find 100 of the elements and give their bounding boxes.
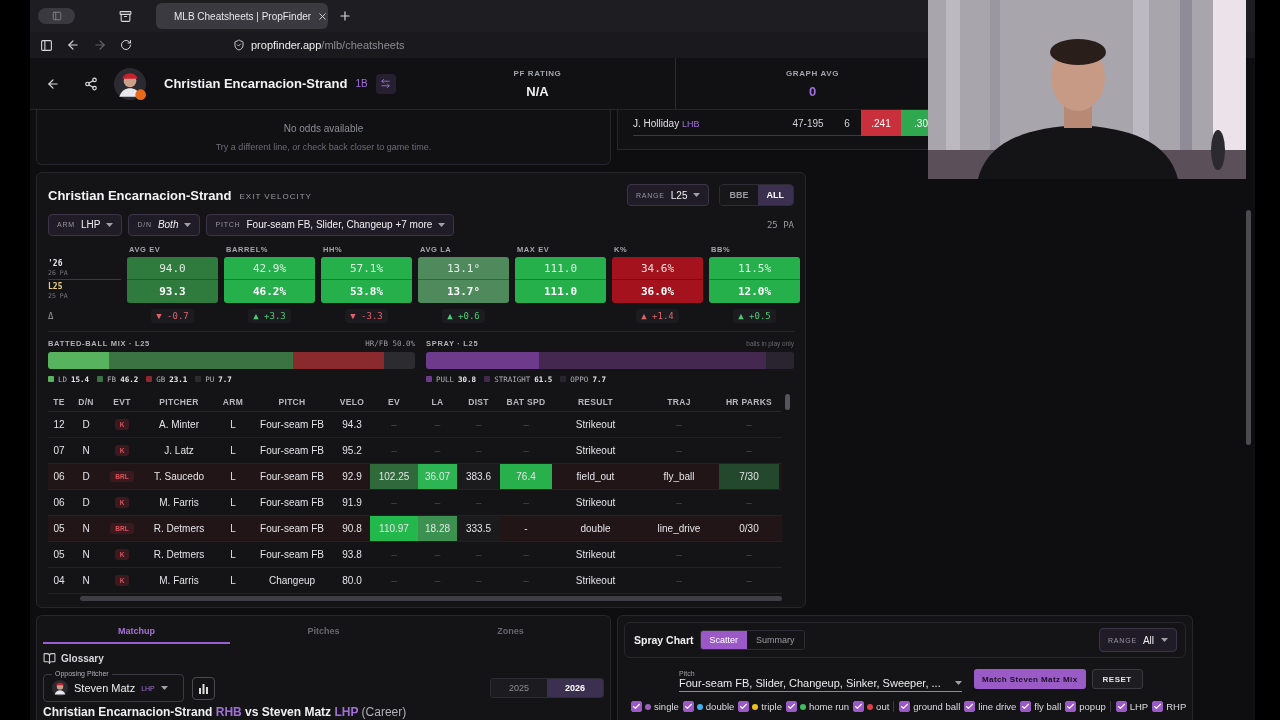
stat-value: 46.2%	[252, 285, 287, 298]
card-subtitle: EXIT VELOCITY	[239, 192, 312, 201]
match-mix-button[interactable]: Match Steven Matz Mix	[974, 669, 1086, 689]
table-cell-text: R. Detmers	[152, 522, 206, 536]
season-toggle[interactable]: 2026	[547, 679, 603, 697]
table-cell-text: 05	[52, 522, 66, 536]
table-cell-text: –	[522, 496, 530, 510]
checkbox[interactable]	[1020, 701, 1032, 712]
table-cell-text: 90.8	[341, 522, 363, 536]
column-header: DIST	[467, 396, 490, 407]
table-cell-text: line_drive	[656, 522, 702, 536]
table-cell-text: 94.3	[341, 418, 363, 432]
sidebar-icon[interactable]	[40, 38, 53, 52]
view-toggle[interactable]: Scatter	[700, 631, 748, 649]
checkbox-label: popup	[1079, 701, 1106, 712]
batter-name: J. Holliday LHB	[633, 117, 701, 129]
stat-value: 36.0%	[640, 285, 675, 298]
table-cell-text: L	[229, 574, 237, 588]
table-cell-text: –	[745, 548, 753, 562]
delta-chip: ▲ +3.3	[248, 309, 291, 323]
checkbox[interactable]	[631, 701, 642, 712]
checkbox-label: triple	[761, 701, 782, 712]
table-cell-text: 91.9	[341, 496, 363, 510]
table-cell-text: L	[229, 470, 237, 484]
stat-value: 111.0	[543, 285, 578, 298]
column-header: LA	[430, 396, 445, 407]
table-cell-text: –	[745, 418, 753, 432]
table-cell-text: –	[522, 444, 530, 458]
checkbox[interactable]	[964, 701, 976, 712]
table-cell-text: –	[433, 548, 442, 562]
table-cell-text: D	[81, 496, 91, 510]
page-scrollbar[interactable]	[1245, 210, 1251, 445]
caret-icon	[184, 222, 192, 227]
checkbox[interactable]	[682, 701, 694, 712]
checkbox[interactable]	[1152, 701, 1164, 712]
stat-label: PF RATING	[513, 68, 562, 78]
empty-title: No odds available	[283, 122, 364, 134]
back-icon[interactable]	[66, 38, 80, 52]
checkbox-label: LHP	[1129, 701, 1149, 712]
checkbox[interactable]	[785, 701, 797, 712]
column-header: D/N	[77, 396, 95, 407]
table-cell-text: double	[579, 522, 612, 536]
sidebar-toggle-button[interactable]	[38, 8, 75, 24]
checkbox[interactable]	[1115, 701, 1127, 712]
table-cell-text: N	[81, 522, 91, 536]
checkbox-label: single	[654, 701, 679, 712]
stat-value: 11.5%	[737, 261, 772, 275]
chart-button[interactable]	[192, 676, 215, 700]
table-cell-text: 06	[52, 496, 66, 510]
delta-chip: ▲ +1.4	[636, 309, 679, 323]
pa-count: 25 PA	[766, 219, 794, 230]
new-tab-icon[interactable]	[338, 9, 352, 23]
table-cell-text: –	[675, 548, 683, 562]
stat-value: 53.8%	[349, 285, 384, 298]
table-cell-text: 92.9	[341, 470, 363, 484]
table-cell-text: 47-195	[791, 117, 825, 129]
back-button[interactable]	[46, 76, 60, 91]
table-cell-text: L	[229, 522, 237, 536]
column-header: EV	[387, 396, 401, 407]
reload-icon[interactable]	[120, 39, 132, 51]
checkbox-label: fly ball	[1034, 701, 1062, 712]
stat-value: 0	[808, 83, 817, 99]
tabs-icon[interactable]	[119, 9, 132, 23]
stat-label: GRAPH AVG	[786, 68, 839, 78]
horizontal-scrollbar[interactable]	[80, 596, 782, 601]
column-header: VELO	[338, 396, 366, 407]
table-cell: 102.25	[370, 464, 418, 489]
browser-tab[interactable]: MLB Cheatsheets | PropFinder	[156, 3, 328, 29]
close-icon[interactable]	[317, 10, 329, 22]
vertical-scrollbar[interactable]	[784, 394, 790, 410]
table-cell-text: –	[675, 418, 683, 432]
checkbox[interactable]	[1065, 701, 1077, 712]
table-cell-text: –	[390, 496, 398, 510]
table-cell-text: A. Minter	[158, 418, 200, 432]
table-cell-text: Strikeout	[574, 574, 617, 588]
forward-icon[interactable]	[93, 38, 107, 52]
delta-chip: ▲ +0.5	[733, 309, 776, 323]
checkbox[interactable]	[899, 701, 911, 712]
delta-label: Δ	[48, 310, 55, 323]
table-cell-text: –	[522, 574, 530, 588]
caret-icon	[106, 222, 114, 227]
table-cell-text: L	[229, 444, 237, 458]
table-cell-text: N	[81, 574, 91, 588]
swap-button[interactable]	[375, 73, 396, 94]
share-button[interactable]	[84, 76, 98, 91]
table-cell: .30	[901, 110, 928, 136]
checkbox[interactable]	[853, 701, 865, 712]
checkbox[interactable]	[738, 701, 750, 712]
tab[interactable]: Matchup	[43, 620, 230, 644]
checkbox-label: double	[705, 701, 735, 712]
table-cell-text: L	[229, 548, 237, 562]
table-cell-text: –	[675, 496, 683, 510]
season-toggle[interactable]: 2025	[491, 679, 547, 697]
table-cell-text: –	[390, 444, 398, 458]
reset-button[interactable]: RESET	[1091, 669, 1143, 689]
caret-icon	[160, 686, 168, 690]
table-cell-text: D	[81, 470, 91, 484]
mode-toggle[interactable]: ALL	[757, 185, 793, 205]
table-cell-text: –	[474, 548, 483, 562]
glossary-link[interactable]: Glossary	[61, 652, 104, 664]
